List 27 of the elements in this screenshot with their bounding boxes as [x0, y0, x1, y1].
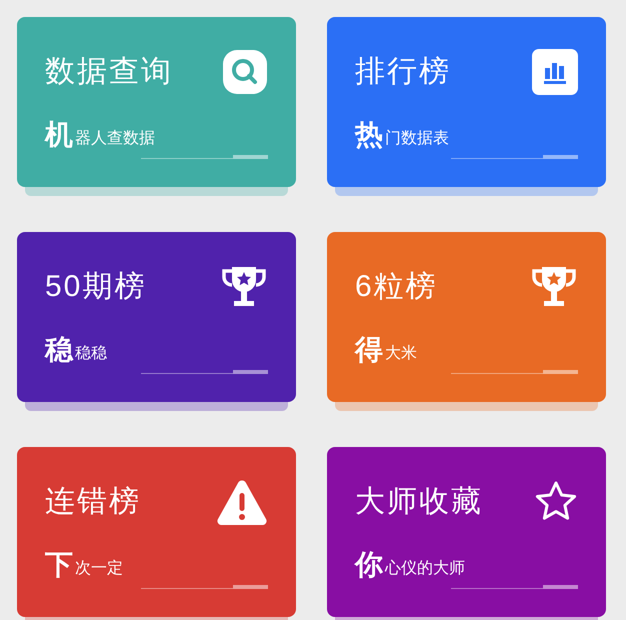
card-title: 数据查询	[45, 57, 173, 87]
menu-card[interactable]: 50期榜 稳稳稳	[17, 232, 296, 402]
card-title: 50期榜	[45, 272, 146, 302]
subtitle-text: 大米	[385, 346, 417, 362]
menu-card[interactable]: 6粒榜 得 大米	[327, 232, 606, 402]
search-icon[interactable]	[222, 49, 268, 95]
subtitle-lead: 机	[45, 121, 73, 149]
card-title: 排行榜	[355, 57, 451, 87]
menu-card[interactable]: 连错榜 下次一定	[17, 447, 296, 617]
card-title: 6粒榜	[355, 272, 438, 302]
subtitle-lead: 得	[355, 336, 383, 364]
subtitle-lead: 你	[355, 551, 383, 579]
subtitle-lead: 下	[45, 551, 73, 579]
subtitle-text: 器人查数据	[75, 131, 155, 147]
card-title: 大师收藏	[355, 487, 483, 517]
menu-card[interactable]: 数据查询 机器人查数据	[17, 17, 296, 187]
menu-card[interactable]: 排行榜 热 门数据表	[327, 17, 606, 187]
card-title: 连错榜	[45, 487, 141, 517]
subtitle-text: 次一定	[75, 561, 123, 577]
subtitle-lead: 稳	[45, 336, 73, 364]
menu-card[interactable]: 大师收藏 你心仪的大师	[327, 447, 606, 617]
subtitle-text: 心仪的大师	[385, 561, 465, 577]
subtitle-text: 门数据表	[385, 131, 449, 147]
subtitle-lead: 热	[355, 121, 383, 149]
bar-chart-icon[interactable]	[532, 49, 578, 95]
subtitle-text: 稳稳	[75, 346, 107, 362]
warning-icon[interactable]	[216, 479, 268, 525]
